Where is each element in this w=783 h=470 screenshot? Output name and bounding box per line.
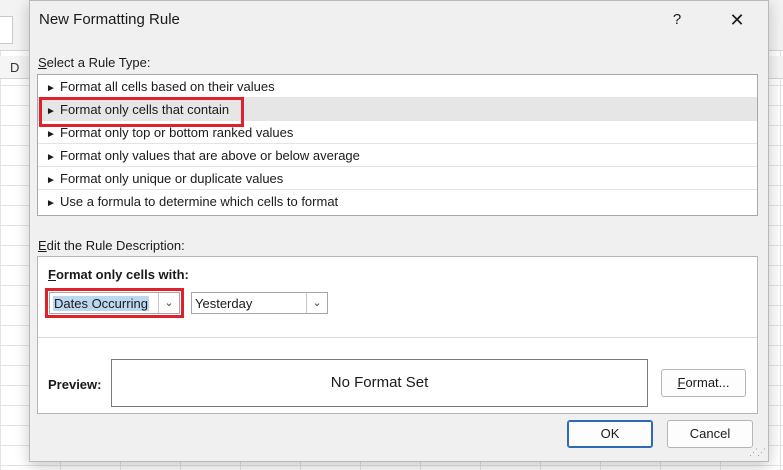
- rule-description-label: Edit the Rule Description:: [38, 238, 185, 253]
- pointer-arrow-icon: ►: [46, 106, 56, 117]
- preview-text: No Format Set: [330, 374, 429, 391]
- dialog-title: New Formatting Rule: [39, 11, 180, 28]
- resize-grip-icon[interactable]: ⋰⋰: [749, 447, 766, 458]
- pointer-arrow-icon: ►: [46, 175, 56, 186]
- rule-type-item[interactable]: ► Format only unique or duplicate values: [38, 167, 757, 190]
- name-box-edge[interactable]: [0, 16, 13, 44]
- ok-button[interactable]: OK: [567, 420, 653, 448]
- close-icon: ✕: [729, 10, 745, 30]
- date-period-dropdown[interactable]: Yesterday ⌄: [191, 292, 328, 314]
- dialog-titlebar: New Formatting Rule ? ✕: [30, 1, 768, 39]
- column-header-d[interactable]: D: [10, 60, 19, 75]
- format-only-cells-heading: Format only cells with:: [48, 267, 189, 282]
- rule-type-label: Select a Rule Type:: [38, 55, 151, 70]
- panel-divider: [38, 337, 757, 338]
- chevron-down-icon[interactable]: ⌄: [306, 293, 327, 313]
- rule-type-item[interactable]: ► Format only values that are above or be…: [38, 144, 757, 167]
- condition-type-dropdown[interactable]: Dates Occurring ⌄: [49, 292, 180, 314]
- format-button[interactable]: Format...: [661, 369, 746, 397]
- help-button[interactable]: ?: [662, 7, 692, 33]
- preview-label: Preview:: [48, 377, 102, 392]
- pointer-arrow-icon: ►: [46, 152, 56, 163]
- rule-description-panel: Format only cells with: Dates Occurring …: [37, 256, 758, 414]
- preview-box: No Format Set: [111, 359, 648, 407]
- new-formatting-rule-dialog: New Formatting Rule ? ✕ Select a Rule Ty…: [29, 0, 769, 462]
- close-button[interactable]: ✕: [722, 7, 752, 33]
- chevron-down-icon[interactable]: ⌄: [158, 293, 179, 313]
- condition-type-value: Dates Occurring: [53, 296, 149, 311]
- date-period-value: Yesterday: [195, 296, 253, 311]
- rule-type-item[interactable]: ► Format only top or bottom ranked values: [38, 121, 757, 144]
- rule-type-item-selected[interactable]: ► Format only cells that contain: [38, 98, 757, 121]
- pointer-arrow-icon: ►: [46, 129, 56, 140]
- pointer-arrow-icon: ►: [46, 198, 56, 209]
- rule-type-item[interactable]: ► Use a formula to determine which cells …: [38, 190, 757, 213]
- rule-type-list[interactable]: ► Format all cells based on their values …: [37, 74, 758, 216]
- cancel-button[interactable]: Cancel: [667, 420, 753, 448]
- rule-type-item[interactable]: ► Format all cells based on their values: [38, 75, 757, 98]
- pointer-arrow-icon: ►: [46, 83, 56, 94]
